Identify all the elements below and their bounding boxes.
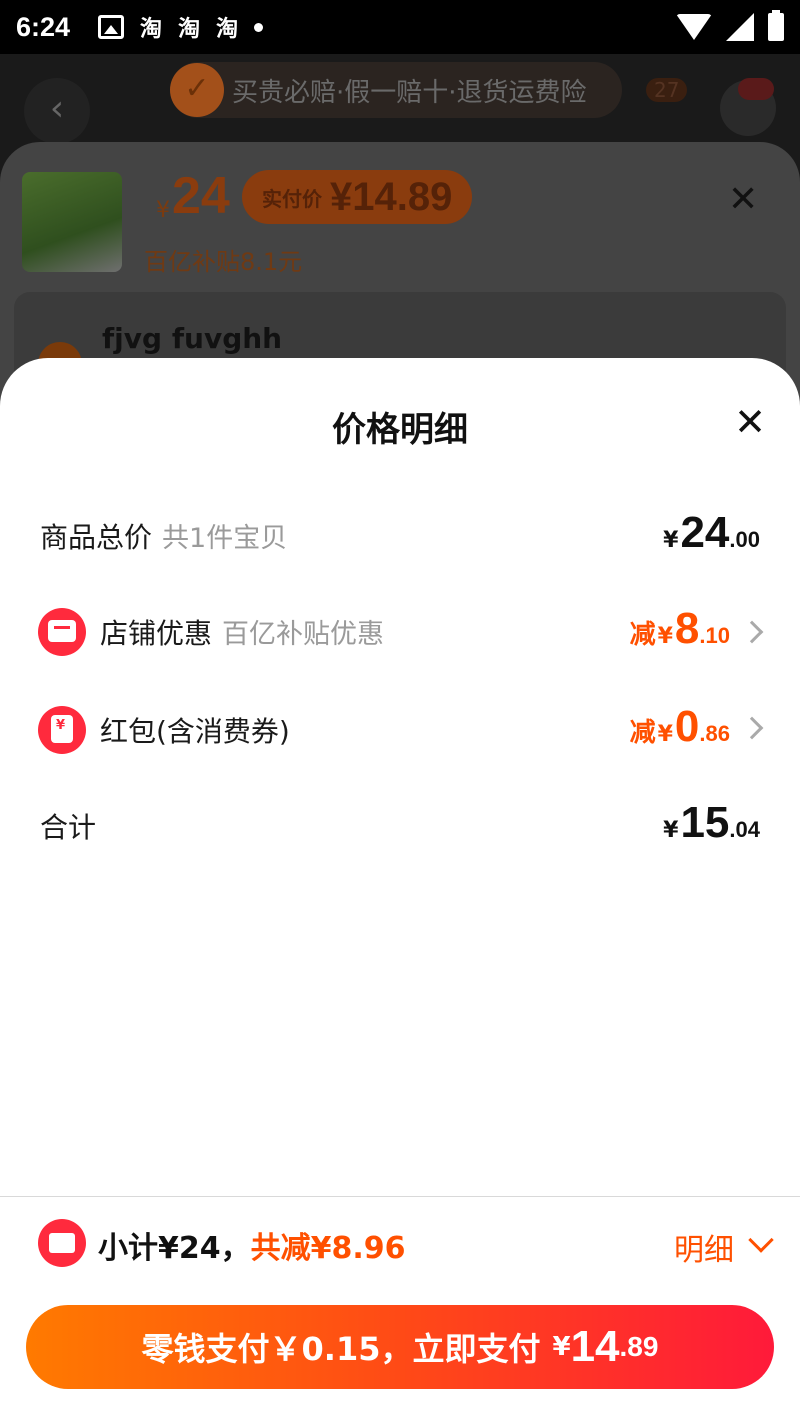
signal-icon [726,13,754,41]
top-nav: ‹ ✓ 买贵必赔·假一赔十·退货运费险 27 [0,54,800,150]
coupon-icon [38,1219,86,1267]
address-name: fjvg fuvghh [102,322,283,355]
row-label: 店铺优惠 百亿补贴优惠 [100,612,384,652]
taobao-notification-icon: 淘 [216,17,239,42]
row-store-discount[interactable]: 店铺优惠 百亿补贴优惠 减 ¥ 8 .10 [0,604,800,664]
row-label: 合计 [40,806,96,846]
row-label-text: 店铺优惠 [100,617,213,650]
amount-int: 0 [674,702,700,751]
row-amount: ¥ 24 .00 [663,508,760,558]
actual-price-value: ¥14.89 [330,174,453,219]
chevron-right-icon [740,716,764,740]
cart-count-badge: 27 [646,78,688,102]
reduce-prefix: 减 [629,620,656,650]
system-icons [676,10,784,41]
pay-button-text: 零钱支付￥0.15，立即支付 [141,1330,541,1368]
currency-symbol: ¥ [663,818,679,843]
product-thumbnail[interactable] [22,172,122,272]
chevron-down-icon[interactable] [748,1227,774,1253]
row-amount: 减 ¥ 8 .10 [630,604,730,654]
taobao-notification-icon: 淘 [178,17,201,42]
currency-symbol: ¥ [657,624,673,649]
pay-now-button[interactable]: 零钱支付￥0.15，立即支付 ¥ 14 .89 [26,1305,774,1389]
amount-dec: .00 [729,527,760,552]
reduce-total-text: 共减¥8.96 [250,1231,406,1266]
subtotal-text: 小计¥24， [98,1231,251,1266]
amount-int: 24 [680,508,730,557]
store-icon [38,608,86,656]
row-label-text: 红包(含消费券) [100,715,290,748]
amount-dec: .86 [699,721,730,746]
amount-dec: .10 [699,623,730,648]
amount-int: 15 [680,798,730,847]
row-sub-text: 百亿补贴优惠 [222,619,385,650]
red-packet-icon [38,706,86,754]
guarantee-banner-text: 买贵必赔·假一赔十·退货运费险 [232,77,587,108]
back-button[interactable]: ‹ [24,78,90,144]
sheet-title: 价格明细 [332,410,468,450]
wifi-icon [676,14,712,40]
pay-amount-int: 14 [570,1322,620,1371]
row-sub-text: 共1件宝贝 [162,523,288,554]
row-label-text: 合计 [40,811,97,844]
subtotal-summary: 小计¥24，共减¥8.96 [98,1223,406,1267]
pay-amount-dec: .89 [619,1331,659,1362]
sku-close-icon[interactable]: ✕ [728,182,758,218]
chevron-right-icon [740,620,764,644]
row-label-text: 商品总价 [40,521,153,554]
close-icon[interactable]: ✕ [730,402,770,442]
row-amount: ¥ 15 .04 [663,798,760,848]
actual-price-badge: 实付价 ¥14.89 [242,170,473,224]
row-label: 商品总价 共1件宝贝 [40,516,287,556]
row-label: 红包(含消费券) [100,710,290,750]
status-time: 6:24 [16,11,71,42]
actual-price-label: 实付价 [262,186,322,211]
row-total-price: 商品总价 共1件宝贝 ¥ 24 .00 [0,508,800,568]
currency-symbol: ¥ [657,722,673,747]
notification-icons: 淘 淘 淘 [98,11,264,43]
more-badge [738,78,774,100]
guarantee-banner[interactable]: ✓ 买贵必赔·假一赔十·退货运费险 [170,62,622,118]
status-bar: 6:24 淘 淘 淘 [0,0,800,54]
row-total: 合计 ¥ 15 .04 [0,798,800,858]
more-notifications-dot-icon [254,22,264,32]
detail-toggle[interactable]: 明细 [674,1225,734,1269]
row-red-packet[interactable]: 红包(含消费券) 减 ¥ 0 .86 [0,702,800,762]
amount-dec: .04 [729,817,760,842]
reduce-prefix: 减 [629,718,656,748]
sku-currency: ¥ [156,198,170,223]
pay-currency: ¥ [552,1332,571,1362]
sku-price: 24 [172,167,230,225]
checkout-bar: 小计¥24，共减¥8.96 明细 零钱支付￥0.15，立即支付 ¥ 14 .89 [0,1196,800,1422]
subsidy-text: 百亿补贴8.1元 [144,248,303,276]
currency-symbol: ¥ [663,528,679,553]
amount-int: 8 [674,604,700,653]
taobao-notification-icon: 淘 [140,17,163,42]
image-notification-icon [98,15,125,39]
row-amount: 减 ¥ 0 .86 [630,702,730,752]
battery-icon [768,10,784,41]
shield-check-icon: ✓ [170,63,224,117]
